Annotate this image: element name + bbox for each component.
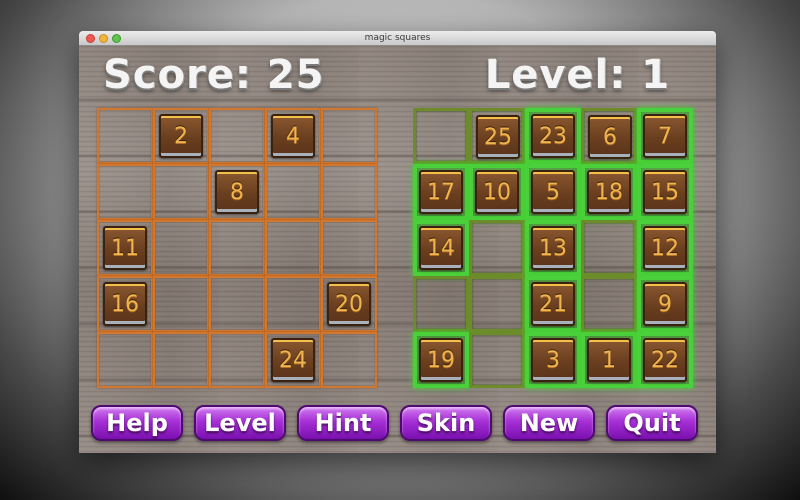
source-cell-r2-c5[interactable] <box>321 164 377 220</box>
number-tile[interactable]: 10 <box>475 170 519 214</box>
number-tile[interactable]: 19 <box>419 338 463 382</box>
square-cell-r5-c3[interactable]: 3 <box>525 332 581 388</box>
hint-button[interactable]: Hint <box>297 405 389 441</box>
source-cell-r3-c2[interactable] <box>153 220 209 276</box>
number-tile[interactable]: 16 <box>103 282 147 326</box>
number-tile[interactable]: 24 <box>271 338 315 382</box>
source-cell-r4-c5[interactable]: 20 <box>321 276 377 332</box>
button-bar: Help Level Hint Skin New Quit <box>91 405 711 443</box>
source-tile-grid: 2 4 8 11 16 20 24 <box>97 108 377 388</box>
square-cell-r2-c3[interactable]: 5 <box>525 164 581 220</box>
square-cell-r5-c1[interactable]: 19 <box>413 332 469 388</box>
help-button[interactable]: Help <box>91 405 183 441</box>
source-cell-r1-c4[interactable]: 4 <box>265 108 321 164</box>
square-cell-r3-c1[interactable]: 14 <box>413 220 469 276</box>
square-cell-r1-c1[interactable] <box>413 108 469 164</box>
number-tile[interactable]: 8 <box>215 170 259 214</box>
source-cell-r4-c3[interactable] <box>209 276 265 332</box>
level-button[interactable]: Level <box>194 405 286 441</box>
new-button[interactable]: New <box>503 405 595 441</box>
number-tile[interactable]: 9 <box>643 282 687 326</box>
source-cell-r1-c1[interactable] <box>97 108 153 164</box>
square-cell-r5-c5[interactable]: 22 <box>637 332 693 388</box>
square-cell-r2-c2[interactable]: 10 <box>469 164 525 220</box>
source-cell-r1-c2[interactable]: 2 <box>153 108 209 164</box>
source-cell-r4-c1[interactable]: 16 <box>97 276 153 332</box>
magic-square-grid: 25 23 6 7 17 10 5 18 15 14 13 12 21 9 19 3 1 22 <box>413 108 693 388</box>
source-cell-r5-c3[interactable] <box>209 332 265 388</box>
game-window: magic squares Score: 25 Level: 1 2 4 8 11 16… <box>79 31 716 453</box>
number-tile[interactable]: 18 <box>587 170 631 214</box>
source-cell-r2-c3[interactable]: 8 <box>209 164 265 220</box>
square-cell-r1-c3[interactable]: 23 <box>525 108 581 164</box>
score-display: Score: 25 <box>103 52 325 98</box>
source-cell-r1-c5[interactable] <box>321 108 377 164</box>
number-tile[interactable]: 6 <box>588 115 632 159</box>
square-cell-r4-c1[interactable] <box>413 276 469 332</box>
number-tile[interactable]: 25 <box>476 115 520 159</box>
square-cell-r4-c2[interactable] <box>469 276 525 332</box>
number-tile[interactable]: 17 <box>419 170 463 214</box>
number-tile[interactable]: 4 <box>271 114 315 158</box>
source-cell-r3-c5[interactable] <box>321 220 377 276</box>
level-display: Level: 1 <box>484 52 670 98</box>
number-tile[interactable]: 12 <box>643 226 687 270</box>
square-cell-r3-c3[interactable]: 13 <box>525 220 581 276</box>
square-cell-r3-c2[interactable] <box>469 220 525 276</box>
game-board-area: Score: 25 Level: 1 2 4 8 11 16 20 24 25 23 6 7 17 1… <box>79 46 716 453</box>
number-tile[interactable]: 11 <box>103 226 147 270</box>
number-tile[interactable]: 22 <box>643 338 687 382</box>
square-cell-r1-c5[interactable]: 7 <box>637 108 693 164</box>
source-cell-r5-c1[interactable] <box>97 332 153 388</box>
title-bar[interactable]: magic squares <box>79 31 716 46</box>
source-cell-r5-c4[interactable]: 24 <box>265 332 321 388</box>
number-tile[interactable]: 23 <box>531 114 575 158</box>
quit-button[interactable]: Quit <box>606 405 698 441</box>
number-tile[interactable]: 20 <box>327 282 371 326</box>
square-cell-r2-c5[interactable]: 15 <box>637 164 693 220</box>
source-cell-r5-c2[interactable] <box>153 332 209 388</box>
number-tile[interactable]: 13 <box>531 226 575 270</box>
square-cell-r4-c5[interactable]: 9 <box>637 276 693 332</box>
source-cell-r4-c2[interactable] <box>153 276 209 332</box>
source-cell-r2-c4[interactable] <box>265 164 321 220</box>
number-tile[interactable]: 15 <box>643 170 687 214</box>
square-cell-r3-c5[interactable]: 12 <box>637 220 693 276</box>
square-cell-r4-c3[interactable]: 21 <box>525 276 581 332</box>
number-tile[interactable]: 7 <box>643 114 687 158</box>
number-tile[interactable]: 3 <box>531 338 575 382</box>
square-cell-r4-c4[interactable] <box>581 276 637 332</box>
square-cell-r2-c1[interactable]: 17 <box>413 164 469 220</box>
source-cell-r4-c4[interactable] <box>265 276 321 332</box>
number-tile[interactable]: 1 <box>587 338 631 382</box>
source-cell-r1-c3[interactable] <box>209 108 265 164</box>
source-cell-r3-c1[interactable]: 11 <box>97 220 153 276</box>
number-tile[interactable]: 21 <box>531 282 575 326</box>
source-cell-r3-c3[interactable] <box>209 220 265 276</box>
source-cell-r2-c2[interactable] <box>153 164 209 220</box>
window-title: magic squares <box>364 33 431 43</box>
square-cell-r1-c2[interactable]: 25 <box>469 108 525 164</box>
square-cell-r3-c4[interactable] <box>581 220 637 276</box>
source-cell-r3-c4[interactable] <box>265 220 321 276</box>
number-tile[interactable]: 2 <box>159 114 203 158</box>
square-cell-r2-c4[interactable]: 18 <box>581 164 637 220</box>
square-cell-r1-c4[interactable]: 6 <box>581 108 637 164</box>
skin-button[interactable]: Skin <box>400 405 492 441</box>
square-cell-r5-c4[interactable]: 1 <box>581 332 637 388</box>
number-tile[interactable]: 14 <box>419 226 463 270</box>
square-cell-r5-c2[interactable] <box>469 332 525 388</box>
source-cell-r5-c5[interactable] <box>321 332 377 388</box>
source-cell-r2-c1[interactable] <box>97 164 153 220</box>
number-tile[interactable]: 5 <box>531 170 575 214</box>
